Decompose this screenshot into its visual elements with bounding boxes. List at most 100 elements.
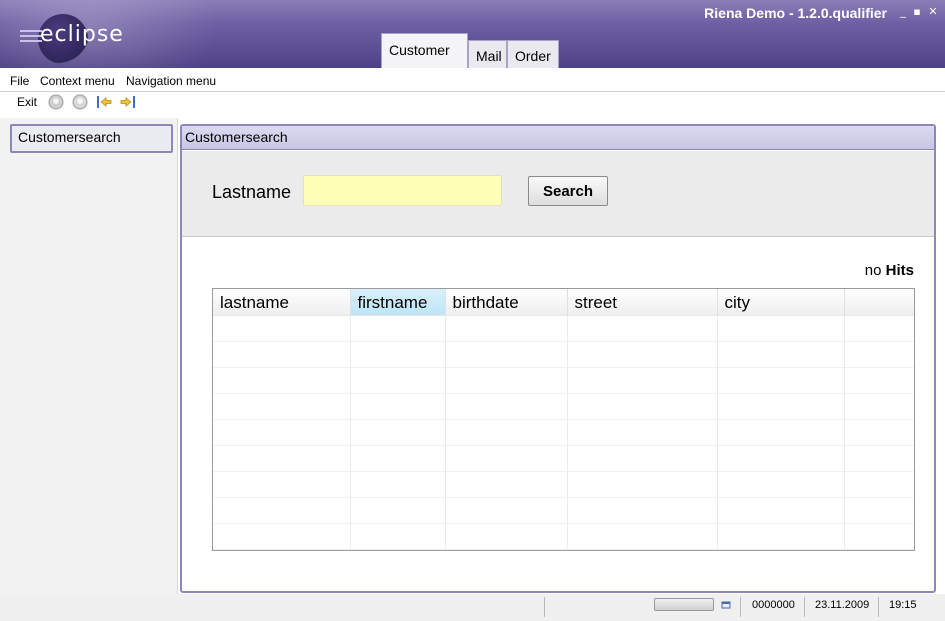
hits-word: Hits bbox=[885, 262, 914, 279]
table-cell bbox=[844, 367, 914, 394]
tab-label: Mail bbox=[476, 48, 502, 64]
logo-text: eclipse bbox=[40, 22, 124, 47]
table-cell bbox=[567, 367, 718, 394]
table-cell bbox=[717, 445, 845, 472]
hits-indicator: no Hits bbox=[865, 262, 914, 279]
table-cell bbox=[717, 393, 845, 420]
table-cell bbox=[213, 367, 351, 394]
status-date: 23.11.2009 bbox=[815, 599, 870, 611]
table-row[interactable] bbox=[213, 315, 914, 342]
table-cell bbox=[213, 445, 351, 472]
table-cell bbox=[350, 497, 446, 524]
table-cell bbox=[717, 341, 845, 368]
table-cell bbox=[445, 367, 568, 394]
table-cell bbox=[350, 445, 446, 472]
table-row[interactable] bbox=[213, 341, 914, 368]
result-table[interactable]: lastname firstname birthdate street city bbox=[212, 288, 915, 551]
menu-bar: File Context menu Navigation menu bbox=[0, 68, 945, 92]
tab-mail[interactable]: Mail bbox=[468, 40, 507, 68]
table-cell bbox=[445, 523, 568, 550]
table-cell bbox=[844, 445, 914, 472]
back-gray-icon[interactable] bbox=[48, 94, 64, 110]
status-divider bbox=[544, 597, 545, 617]
table-header-row: lastname firstname birthdate street city bbox=[213, 289, 914, 316]
table-cell bbox=[350, 471, 446, 498]
column-header-lastname[interactable]: lastname bbox=[213, 289, 351, 316]
table-row[interactable] bbox=[213, 393, 914, 420]
table-cell bbox=[844, 471, 914, 498]
table-cell bbox=[717, 367, 845, 394]
table-cell bbox=[567, 315, 718, 342]
logo-lines-icon bbox=[20, 30, 42, 45]
table-cell bbox=[717, 523, 845, 550]
table-cell bbox=[213, 341, 351, 368]
table-cell bbox=[717, 419, 845, 446]
menu-file[interactable]: File bbox=[10, 74, 29, 88]
table-cell bbox=[844, 523, 914, 550]
table-cell bbox=[213, 523, 351, 550]
nav-item-customersearch[interactable]: Customersearch bbox=[10, 124, 173, 153]
table-row[interactable] bbox=[213, 419, 914, 446]
menu-context[interactable]: Context menu bbox=[40, 74, 115, 88]
table-row[interactable] bbox=[213, 445, 914, 472]
table-cell bbox=[445, 419, 568, 446]
tab-customer[interactable]: Customer bbox=[381, 33, 468, 68]
window-icon[interactable] bbox=[721, 600, 731, 610]
table-cell bbox=[844, 419, 914, 446]
table-cell bbox=[567, 471, 718, 498]
status-divider bbox=[740, 597, 741, 617]
status-divider bbox=[804, 597, 805, 617]
status-time: 19:15 bbox=[889, 599, 917, 611]
lastname-input[interactable] bbox=[303, 175, 502, 206]
table-cell bbox=[567, 523, 718, 550]
menu-navigation[interactable]: Navigation menu bbox=[126, 74, 216, 88]
table-cell bbox=[567, 445, 718, 472]
table-cell bbox=[844, 315, 914, 342]
table-cell bbox=[445, 497, 568, 524]
navigate-back-icon[interactable] bbox=[96, 94, 112, 110]
exit-button[interactable]: Exit bbox=[17, 95, 37, 109]
table-cell bbox=[567, 393, 718, 420]
window-title: Riena Demo - 1.2.0.qualifier bbox=[704, 5, 887, 21]
table-cell bbox=[350, 523, 446, 550]
tab-label: Order bbox=[515, 48, 551, 64]
status-bar: 0000000 23.11.2009 19:15 bbox=[0, 594, 945, 621]
table-body bbox=[213, 315, 914, 550]
table-cell bbox=[445, 315, 568, 342]
navigation-panel: Customersearch bbox=[0, 118, 178, 621]
table-cell bbox=[844, 341, 914, 368]
status-divider bbox=[878, 597, 879, 617]
column-header-city[interactable]: city bbox=[717, 289, 845, 316]
table-row[interactable] bbox=[213, 497, 914, 524]
column-header-street[interactable]: street bbox=[567, 289, 718, 316]
lastname-label: Lastname bbox=[212, 182, 292, 202]
column-header-birthdate[interactable]: birthdate bbox=[445, 289, 568, 316]
hits-prefix: no bbox=[864, 262, 882, 279]
forward-gray-icon[interactable] bbox=[72, 94, 88, 110]
table-cell bbox=[445, 393, 568, 420]
tab-label: Customer bbox=[389, 42, 450, 58]
search-button[interactable]: Search bbox=[528, 176, 608, 206]
column-header-filler bbox=[844, 289, 914, 316]
column-header-firstname[interactable]: firstname bbox=[350, 289, 446, 316]
table-row[interactable] bbox=[213, 523, 914, 550]
table-cell bbox=[213, 315, 351, 342]
tab-order[interactable]: Order bbox=[507, 40, 559, 68]
table-cell bbox=[350, 367, 446, 394]
table-cell bbox=[213, 393, 351, 420]
table-row[interactable] bbox=[213, 471, 914, 498]
minimize-icon[interactable]: _ bbox=[897, 6, 909, 18]
status-number: 0000000 bbox=[752, 599, 795, 611]
table-cell bbox=[844, 497, 914, 524]
progress-bar bbox=[654, 598, 714, 611]
table-cell bbox=[717, 471, 845, 498]
close-icon[interactable]: ✕ bbox=[927, 6, 939, 18]
table-cell bbox=[567, 419, 718, 446]
table-cell bbox=[567, 497, 718, 524]
table-cell bbox=[350, 393, 446, 420]
navigate-forward-icon[interactable] bbox=[120, 94, 136, 110]
table-row[interactable] bbox=[213, 367, 914, 394]
maximize-icon[interactable]: ▪ bbox=[911, 6, 923, 18]
module-title: Customersearch bbox=[182, 126, 934, 150]
table-cell bbox=[717, 315, 845, 342]
